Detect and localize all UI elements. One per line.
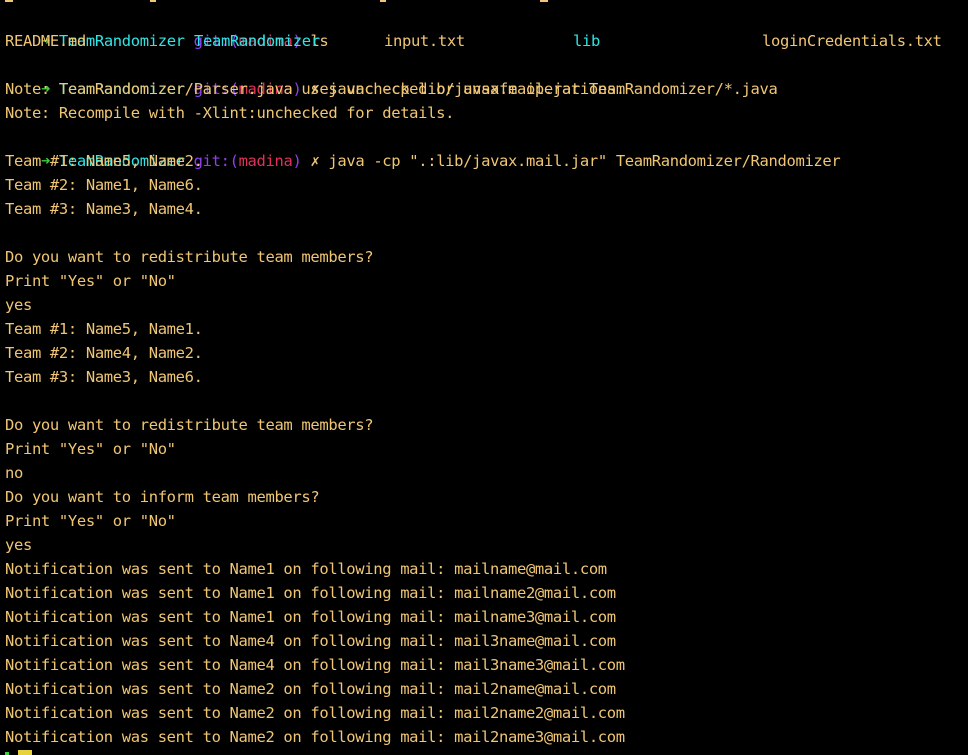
output-line: Team #2: Name1, Name6. bbox=[5, 176, 203, 194]
terminal-window[interactable]: ➜ TeamRandomizer git:(madina) ls README.… bbox=[0, 0, 968, 755]
output-line: Do you want to redistribute team members… bbox=[5, 416, 374, 434]
ls-item-teamrandomizer: TeamRandomizer bbox=[194, 32, 320, 50]
output-line: Team #3: Name3, Name6. bbox=[5, 368, 203, 386]
output-line: Team #3: Name3, Name4. bbox=[5, 200, 203, 218]
terminal-cursor[interactable] bbox=[18, 750, 32, 755]
output-line: Notification was sent to Name1 on follow… bbox=[5, 560, 607, 578]
output-line: Notification was sent to Name2 on follow… bbox=[5, 704, 625, 722]
ls-output-line: README.md TeamRandomizer input.txt lib l… bbox=[5, 29, 965, 53]
prompt-branch-close: ) bbox=[292, 152, 302, 170]
prompt-line-javac: ➜ TeamRandomizer git:(madina) ✗ javac -c… bbox=[5, 53, 778, 98]
compile-note: Note: Recompile with -Xlint:unchecked fo… bbox=[5, 104, 455, 122]
dirty-marker-icon: ✗ bbox=[310, 152, 320, 170]
prompt-line-java: ➜ TeamRandomizer git:(madina) ✗ java -cp… bbox=[5, 125, 841, 170]
output-line: Team #2: Name4, Name2. bbox=[5, 344, 203, 362]
output-line: Print "Yes" or "No" bbox=[5, 272, 176, 290]
ls-item-lib: lib bbox=[573, 32, 600, 50]
output-line: yes bbox=[5, 536, 32, 554]
output-line: Notification was sent to Name4 on follow… bbox=[5, 632, 616, 650]
output-line: Print "Yes" or "No" bbox=[5, 440, 176, 458]
output-line: Do you want to inform team members? bbox=[5, 488, 320, 506]
output-line: no bbox=[5, 464, 23, 482]
prompt-line-ls: ➜ TeamRandomizer git:(madina) ls bbox=[5, 5, 329, 50]
compile-note: Note: TeamRandomizer/Parser.java uses un… bbox=[5, 80, 625, 98]
output-line: yes bbox=[5, 296, 32, 314]
previous-line-remnant bbox=[0, 0, 968, 3]
output-line: Print "Yes" or "No" bbox=[5, 512, 176, 530]
command-text: java -cp ".:lib/javax.mail.jar" TeamRand… bbox=[328, 152, 841, 170]
output-line: Notification was sent to Name4 on follow… bbox=[5, 656, 625, 674]
prompt-branch: madina bbox=[238, 152, 293, 170]
ls-item-input: input.txt bbox=[384, 32, 465, 50]
output-line: Team #1: Name5, Name1. bbox=[5, 320, 203, 338]
output-line: Do you want to redistribute team members… bbox=[5, 248, 374, 266]
output-line: Notification was sent to Name2 on follow… bbox=[5, 680, 616, 698]
output-line: Notification was sent to Name1 on follow… bbox=[5, 584, 616, 602]
output-line: Team #1: Name5, Name2. bbox=[5, 152, 203, 170]
ls-item-logincredentials: loginCredentials.txt bbox=[762, 32, 942, 50]
output-line: Notification was sent to Name1 on follow… bbox=[5, 608, 616, 626]
ls-item-readme: README.md bbox=[5, 32, 86, 50]
prompt-branch-open: ( bbox=[229, 152, 239, 170]
output-line: Notification was sent to Name2 on follow… bbox=[5, 728, 625, 746]
